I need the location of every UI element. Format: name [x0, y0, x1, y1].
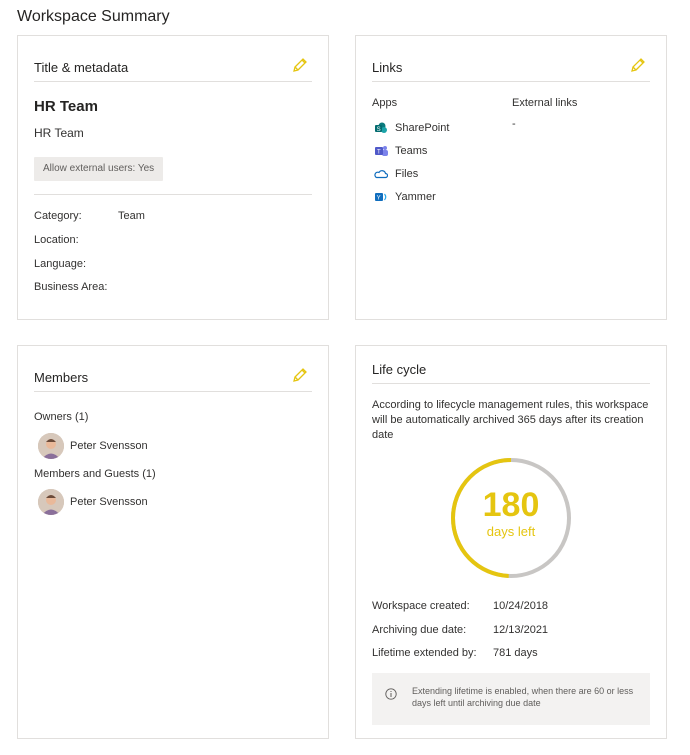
- external-links-label: External links: [512, 97, 578, 109]
- member-name: Peter Svensson: [70, 440, 148, 452]
- info-box: Extending lifetime is enabled, when ther…: [372, 673, 650, 725]
- due-date-value: 12/13/2021: [493, 624, 549, 636]
- owners-label: Owners (1): [34, 411, 89, 423]
- card-header: Title & metadata: [34, 36, 312, 82]
- info-icon: [385, 687, 397, 700]
- app-link-label: Yammer: [395, 191, 436, 203]
- edit-pencil-icon[interactable]: [630, 57, 646, 73]
- card-header: Links: [372, 36, 650, 82]
- yammer-icon: Y: [374, 191, 388, 203]
- card-title: Title & metadata: [34, 60, 129, 75]
- extended-value: 781 days: [493, 647, 538, 659]
- info-text: Extending lifetime is enabled, when ther…: [412, 686, 634, 708]
- edit-pencil-icon[interactable]: [292, 57, 308, 73]
- members-guests-label: Members and Guests (1): [34, 468, 156, 480]
- extended-label: Lifetime extended by:: [372, 647, 477, 659]
- app-link-label: Files: [395, 168, 419, 180]
- title-metadata-card: Title & metadata HR Team HR Team Allow e…: [17, 35, 329, 320]
- language-label: Language:: [34, 258, 86, 270]
- card-header: Members: [34, 346, 312, 392]
- days-left-ring: 180 days left: [449, 456, 573, 580]
- external-links-value: -: [512, 118, 516, 130]
- team-subtitle: HR Team: [34, 126, 84, 140]
- svg-text:S: S: [377, 127, 381, 133]
- app-link-sharepoint[interactable]: S SharePoint: [374, 122, 449, 134]
- onedrive-icon: [374, 168, 389, 180]
- lifecycle-description: According to lifecycle management rules,…: [372, 399, 649, 441]
- page-title: Workspace Summary: [17, 8, 170, 25]
- business-area-label: Business Area:: [34, 281, 108, 293]
- due-date-label: Archiving due date:: [372, 624, 467, 636]
- card-header: Life cycle: [372, 346, 650, 384]
- member-name: Peter Svensson: [70, 496, 148, 508]
- lifecycle-card: Life cycle According to lifecycle manage…: [355, 345, 667, 739]
- sharepoint-icon: S: [374, 122, 388, 134]
- svg-text:T: T: [377, 150, 381, 156]
- app-link-files[interactable]: Files: [374, 168, 418, 180]
- category-value: Team: [118, 210, 145, 222]
- app-link-label: SharePoint: [395, 122, 450, 134]
- category-label: Category:: [34, 210, 82, 222]
- created-label: Workspace created:: [372, 600, 470, 612]
- app-link-label: Teams: [395, 145, 428, 157]
- members-card: Members Owners (1) Peter Svensson Member…: [17, 345, 329, 739]
- svg-text:Y: Y: [377, 196, 381, 202]
- apps-label: Apps: [372, 97, 398, 109]
- team-name: HR Team: [34, 98, 98, 115]
- card-title: Members: [34, 370, 89, 385]
- card-title: Links: [372, 60, 403, 75]
- card-title: Life cycle: [372, 362, 427, 377]
- links-card: Links Apps External links - S SharePoint…: [355, 35, 667, 320]
- avatar: [38, 489, 64, 515]
- divider: [34, 194, 312, 195]
- edit-pencil-icon[interactable]: [292, 367, 308, 383]
- app-link-teams[interactable]: T Teams: [374, 145, 427, 157]
- teams-icon: T: [374, 145, 388, 157]
- created-value: 10/24/2018: [493, 600, 549, 612]
- external-users-badge: Allow external users: Yes: [34, 157, 164, 181]
- days-left-label: days left: [486, 524, 536, 539]
- location-label: Location:: [34, 234, 79, 246]
- days-left-value: 180: [482, 486, 540, 524]
- app-link-yammer[interactable]: Y Yammer: [374, 191, 436, 203]
- avatar: [38, 433, 64, 459]
